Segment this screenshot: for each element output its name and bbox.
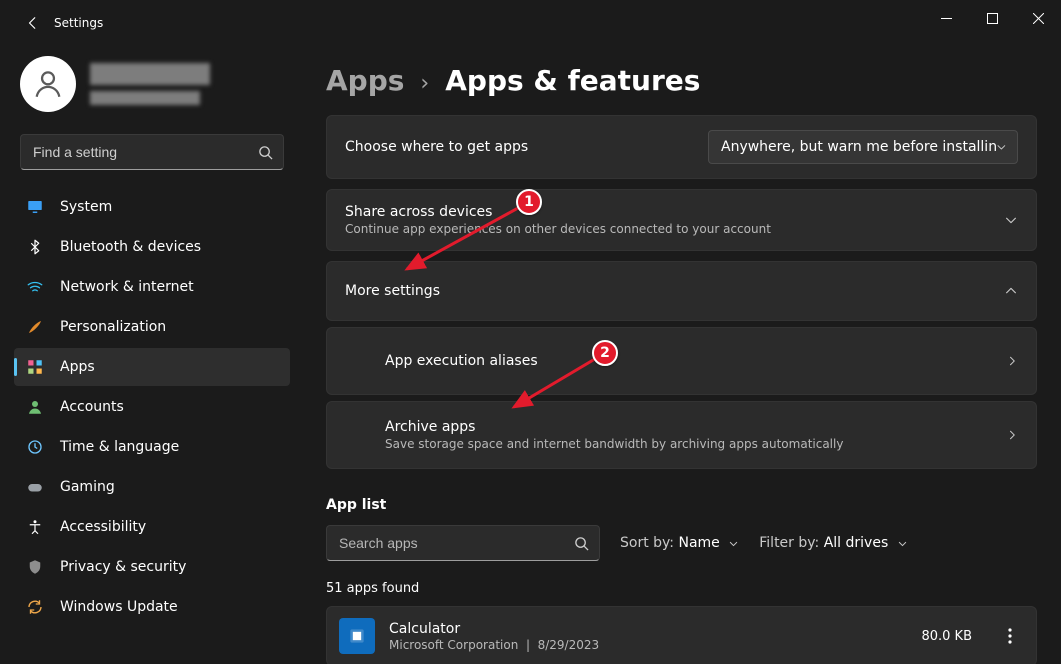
brush-icon [26,318,44,336]
person-icon [26,398,44,416]
nav-item-bluetooth-devices[interactable]: Bluetooth & devices [14,228,290,266]
maximize-icon [987,13,998,24]
choose-app-source-row: Choose where to get apps Anywhere, but w… [326,115,1037,179]
person-icon [31,67,65,101]
sort-by-label: Sort by: [620,535,674,551]
search-icon [574,536,589,551]
minimize-button[interactable] [923,0,969,36]
nav-item-label: Bluetooth & devices [60,239,201,255]
app-more-button[interactable] [992,618,1028,654]
window-title: Settings [54,16,103,30]
apps-found-count: 51 apps found [326,581,1037,596]
app-publisher-date: Microsoft Corporation | 8/29/2023 [389,638,907,652]
sort-by-control[interactable]: Sort by: Name [620,535,739,551]
find-setting-input[interactable] [33,144,258,160]
maximize-button[interactable] [969,0,1015,36]
sort-by-value: Name [678,535,719,551]
clock-icon [26,438,44,456]
nav-item-label: Network & internet [60,279,194,295]
app-list-heading: App list [326,497,1037,513]
chevron-down-icon [728,538,739,549]
share-across-devices-row[interactable]: Share across devices Continue app experi… [326,189,1037,251]
display-icon [26,198,44,216]
nav-item-system[interactable]: System [14,188,290,226]
breadcrumb: Apps › Apps & features [326,64,1037,97]
titlebar: Settings [0,0,1061,46]
sidebar: System Bluetooth & devices Network & inter… [0,46,300,664]
arrow-left-icon [26,16,40,30]
nav-item-accessibility[interactable]: Accessibility [14,508,290,546]
user-account-row[interactable] [14,52,290,126]
nav-item-apps[interactable]: Apps [14,348,290,386]
wifi-icon [26,278,44,296]
nav-item-accounts[interactable]: Accounts [14,388,290,426]
nav-item-time-language[interactable]: Time & language [14,428,290,466]
nav-item-label: Privacy & security [60,559,186,575]
nav-item-label: Accounts [60,399,124,415]
app-size: 80.0 KB [921,629,972,644]
nav-item-label: Gaming [60,479,115,495]
close-icon [1033,13,1044,24]
back-button[interactable] [18,8,48,38]
chevron-down-icon [996,141,1007,153]
share-across-devices-sub: Continue app experiences on other device… [345,222,771,236]
update-icon [26,598,44,616]
nav-item-label: Accessibility [60,519,146,535]
user-name-area [90,63,210,105]
search-apps[interactable] [326,525,600,561]
nav: System Bluetooth & devices Network & inter… [14,188,290,626]
archive-apps-row[interactable]: Archive apps Save storage space and inte… [326,401,1037,469]
minimize-icon [941,13,952,24]
more-settings-row[interactable]: More settings [326,261,1037,321]
breadcrumb-parent[interactable]: Apps [326,64,404,97]
chevron-right-icon [1006,429,1018,441]
app-execution-aliases-label: App execution aliases [385,353,538,369]
app-icon [339,618,375,654]
archive-apps-sub: Save storage space and internet bandwidt… [385,437,843,451]
app-execution-aliases-row[interactable]: App execution aliases [326,327,1037,395]
close-button[interactable] [1015,0,1061,36]
main-content: Apps › Apps & features Choose where to g… [300,46,1061,664]
search-icon [258,145,273,160]
filter-by-label: Filter by: [759,535,819,551]
nav-item-gaming[interactable]: Gaming [14,468,290,506]
app-list-controls: Sort by: Name Filter by: All drives [326,525,1037,561]
apps-icon [26,358,44,376]
nav-item-privacy-security[interactable]: Privacy & security [14,548,290,586]
app-row[interactable]: CalculatorMicrosoft Corporation | 8/29/2… [326,606,1037,664]
app-name: Calculator [389,621,907,637]
page-title: Apps & features [445,64,700,97]
chevron-right-icon: › [420,71,429,96]
game-icon [26,478,44,496]
choose-app-source-label: Choose where to get apps [345,139,528,155]
nav-item-label: Personalization [60,319,166,335]
chevron-down-icon [1004,213,1018,227]
nav-item-label: Apps [60,359,95,375]
nav-item-personalization[interactable]: Personalization [14,308,290,346]
search-apps-input[interactable] [339,535,574,551]
choose-app-source-dropdown[interactable]: Anywhere, but warn me before installing … [708,130,1018,164]
avatar [20,56,76,112]
shield-icon [26,558,44,576]
nav-item-label: System [60,199,112,215]
filter-by-control[interactable]: Filter by: All drives [759,535,907,551]
chevron-right-icon [1006,355,1018,367]
window-controls [923,0,1061,36]
chevron-up-icon [1004,284,1018,298]
choose-app-source-value: Anywhere, but warn me before installing … [721,139,996,155]
nav-item-windows-update[interactable]: Windows Update [14,588,290,626]
chevron-down-icon [897,538,908,549]
nav-item-network-internet[interactable]: Network & internet [14,268,290,306]
filter-by-value: All drives [824,535,889,551]
find-setting-search[interactable] [20,134,284,170]
nav-item-label: Time & language [60,439,179,455]
archive-apps-label: Archive apps [385,419,843,435]
bluetooth-icon [26,238,44,256]
more-settings-label: More settings [345,283,440,299]
access-icon [26,518,44,536]
nav-item-label: Windows Update [60,599,178,615]
share-across-devices-label: Share across devices [345,204,771,220]
